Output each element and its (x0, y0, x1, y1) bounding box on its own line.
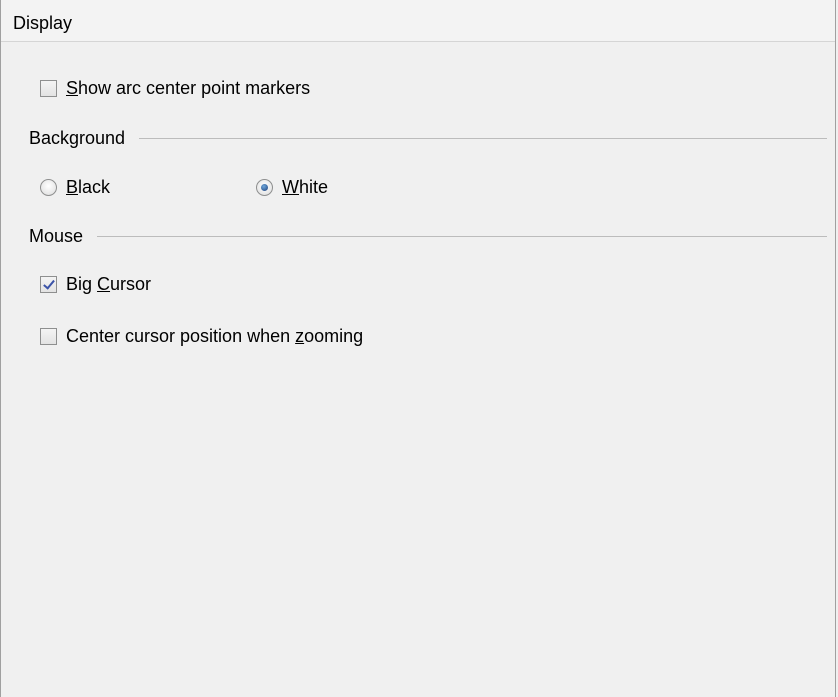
mouse-group-header: Mouse (29, 225, 827, 247)
background-white-option[interactable]: White (256, 175, 328, 199)
background-black-label[interactable]: Black (66, 177, 110, 197)
background-group-divider (139, 137, 827, 139)
center-cursor-zoom-option[interactable]: Center cursor position when zooming (40, 324, 363, 348)
panel-header: Display (1, 0, 835, 42)
show-arc-markers-label[interactable]: Show arc center point markers (66, 78, 310, 98)
center-cursor-zoom-label[interactable]: Center cursor position when zooming (66, 326, 363, 346)
mouse-group-divider (97, 235, 827, 237)
background-black-radio[interactable] (40, 178, 57, 196)
background-group-title: Background (29, 128, 126, 148)
background-group-header: Background (29, 127, 827, 149)
show-arc-markers-option[interactable]: Show arc center point markers (40, 76, 310, 100)
big-cursor-checkbox[interactable] (40, 275, 57, 293)
display-options-panel: Display Show arc center point markers Ba… (0, 0, 836, 697)
panel-title: Display (13, 13, 73, 33)
mouse-group-title: Mouse (29, 226, 84, 246)
center-cursor-zoom-checkbox[interactable] (40, 327, 57, 345)
background-white-radio[interactable] (256, 178, 273, 196)
big-cursor-option[interactable]: Big Cursor (40, 272, 151, 296)
show-arc-markers-checkbox[interactable] (40, 79, 57, 97)
big-cursor-label[interactable]: Big Cursor (66, 274, 151, 294)
background-black-option[interactable]: Black (40, 175, 110, 199)
background-white-label[interactable]: White (282, 177, 328, 197)
